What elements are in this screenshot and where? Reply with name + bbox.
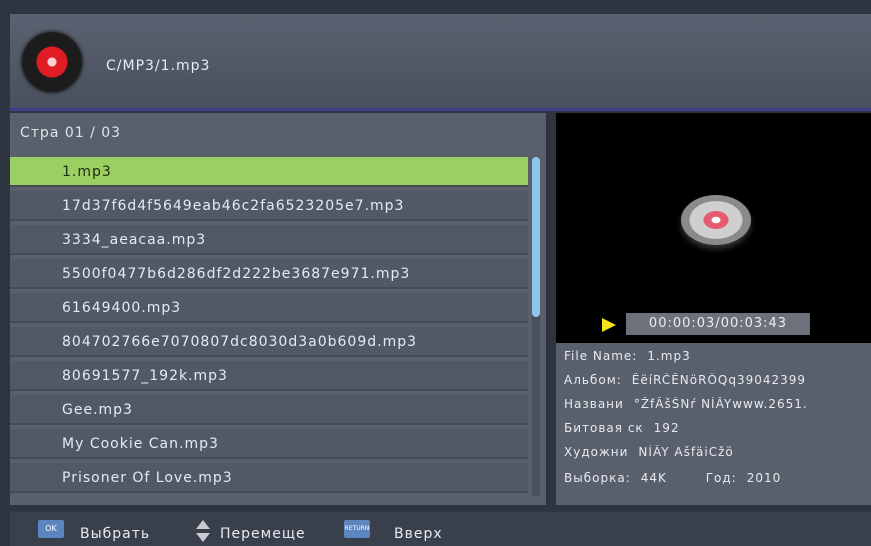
- title-bar: C/MP3/1.mp3: [10, 14, 871, 108]
- track-info: File Name: 1.mp3 Альбом: ÊëíRČÊNöRÔQq39042…: [556, 343, 871, 505]
- list-item[interactable]: 3334_aeacaa.mp3: [10, 225, 528, 255]
- bitrate-label: Битовая ск: [564, 421, 644, 435]
- ok-button-icon: OK: [38, 520, 64, 538]
- scrollbar[interactable]: [532, 157, 540, 497]
- current-path: C/MP3/1.mp3: [106, 58, 211, 74]
- select-hint: Выбрать: [80, 526, 151, 542]
- album-row: Альбом: ÊëíRČÊNöRÔQq39042399: [564, 373, 869, 387]
- artist-label: Художни: [564, 445, 629, 459]
- file-name-value: 1.mp3: [647, 349, 691, 363]
- list-item[interactable]: 804702766e7070807dc8030d3a0b609d.mp3: [10, 327, 528, 357]
- year-label: Год:: [705, 471, 737, 485]
- list-item[interactable]: 80691577_192k.mp3: [10, 361, 528, 391]
- file-browser: Стра 01 / 03 1.mp3 17d37f6d4f5649eab46c2…: [10, 113, 546, 505]
- cd-disc-icon: [681, 195, 751, 245]
- album-label: Альбом:: [564, 373, 622, 387]
- sample-value: 44K: [640, 471, 667, 485]
- year-value: 2010: [746, 471, 782, 485]
- vinyl-disc-icon: [22, 32, 82, 92]
- preview-pane: 00:00:03/00:03:43: [556, 113, 871, 343]
- list-item[interactable]: 17d37f6d4f5649eab46c2fa6523205e7.mp3: [10, 191, 528, 221]
- list-item[interactable]: 1.mp3: [10, 157, 528, 187]
- artist-row: Художни NÍÂY AšfäiCžö: [564, 445, 869, 459]
- move-hint: Перемеще: [220, 526, 306, 542]
- list-item[interactable]: My Cookie Can.mp3: [10, 429, 528, 459]
- file-name-label: File Name:: [564, 349, 638, 363]
- title-label: Названи: [564, 397, 624, 411]
- list-item[interactable]: 61649400.mp3: [10, 293, 528, 323]
- bitrate-value: 192: [653, 421, 680, 435]
- file-name-row: File Name: 1.mp3: [564, 349, 869, 363]
- title-row: Названи °ŽfÂšŠNŕ NÍÂYwww.2651.: [564, 397, 869, 411]
- playback-time: 00:00:03/00:03:43: [626, 313, 810, 335]
- page-indicator: Стра 01 / 03: [20, 125, 122, 141]
- list-item[interactable]: Gee.mp3: [10, 395, 528, 425]
- list-item[interactable]: Prisoner Of Love.mp3: [10, 463, 528, 493]
- up-down-arrows-icon: [196, 520, 210, 542]
- album-value: ÊëíRČÊNöRÔQq39042399: [631, 373, 807, 387]
- list-item[interactable]: 5500f0477b6d286df2d222be3687e971.mp3: [10, 259, 528, 289]
- divider: [10, 108, 871, 111]
- sample-label: Выборка:: [564, 471, 631, 485]
- play-icon[interactable]: [602, 318, 616, 332]
- footer-hints: OK Выбрать Перемеще RETURN Вверх: [10, 512, 871, 546]
- artist-value: NÍÂY AšfäiCžö: [638, 445, 734, 459]
- bitrate-row: Битовая ск 192: [564, 421, 869, 435]
- return-button-icon: RETURN: [344, 520, 370, 538]
- up-hint: Вверх: [394, 526, 443, 542]
- sample-row: Выборка: 44K Год: 2010: [564, 471, 869, 485]
- file-list: 1.mp3 17d37f6d4f5649eab46c2fa6523205e7.m…: [10, 157, 528, 497]
- title-value: °ŽfÂšŠNŕ NÍÂYwww.2651.: [633, 397, 808, 411]
- scrollbar-thumb[interactable]: [532, 157, 540, 317]
